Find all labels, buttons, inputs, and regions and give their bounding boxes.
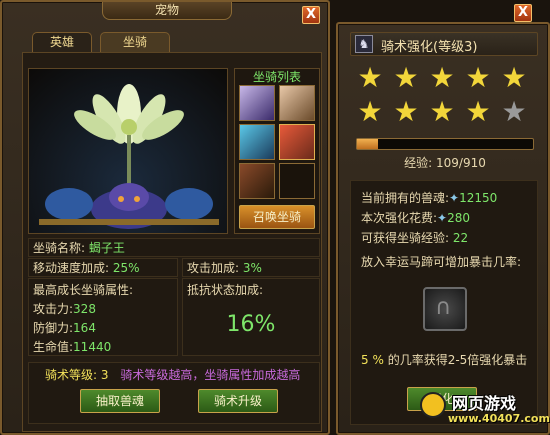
move-speed-label: 移动速度加成: <box>33 261 110 275</box>
mount-slot-4-selected[interactable] <box>279 124 315 160</box>
mount-name-label: 坐骑名称: <box>33 241 86 255</box>
mount-slot-empty[interactable] <box>279 163 315 199</box>
exp-label: 经验: <box>404 156 433 170</box>
star-filled-icon: ★ <box>357 61 383 94</box>
soul-icon: ✦ <box>449 191 460 205</box>
scorpion-icon <box>39 183 219 229</box>
mount-image <box>39 84 219 229</box>
panel-title: 宠物 <box>102 2 232 20</box>
attack-bonus-value: 3% <box>242 261 262 275</box>
move-speed-value: 25% <box>112 261 140 275</box>
horseshoe-icon: ∩ <box>435 295 452 320</box>
horseshoe-hint: 放入幸运马蹄可增加暴击几率: <box>361 255 522 269</box>
mount-name-row: 坐骑名称: 蝎子王 <box>28 238 320 257</box>
close-icon: X <box>305 7 317 22</box>
lotus-flower-icon <box>74 84 184 185</box>
mount-panel: 宠物 X 英雄 坐骑 坐骑列表 召唤坐骑 坐骑名称: 蝎子王 移动速度加成: 2… <box>0 0 330 435</box>
mount-preview <box>28 68 228 234</box>
star-empty-icon: ★ <box>501 95 527 128</box>
mount-slot-3[interactable] <box>239 124 275 160</box>
mount-list-title: 坐骑列表 <box>252 70 301 84</box>
enhance-header: ♞ 骑术强化(等级3) <box>350 32 538 56</box>
star-filled-icon: ★ <box>393 95 419 128</box>
attack-bonus-label: 攻击加成: <box>187 261 240 275</box>
exp-value: 109/910 <box>436 156 486 170</box>
star-filled-icon: ★ <box>429 95 455 128</box>
star-filled-icon: ★ <box>357 95 383 128</box>
tab-mount[interactable]: 坐骑 <box>100 32 170 52</box>
mount-slot-2[interactable] <box>279 85 315 121</box>
max-growth-label: 最高成长坐骑属性: <box>33 283 134 297</box>
star-filled-icon: ★ <box>429 61 455 94</box>
star-filled-icon: ★ <box>393 61 419 94</box>
crit-row: 5 % 的几率获得2-5倍强化暴击 <box>361 351 533 368</box>
defense-stat: 防御力:164 <box>33 321 96 335</box>
attack-stat: 攻击力:328 <box>33 302 96 316</box>
current-soul-row: 当前拥有的兽魂:✦12150 <box>361 191 498 205</box>
exp-progress-fill <box>357 139 379 149</box>
attack-bonus-row: 攻击加成: 3% <box>182 258 320 277</box>
close-button-right[interactable]: X <box>514 4 532 22</box>
resist-value: 16% <box>226 312 276 337</box>
resist-label: 抵抗状态加成: <box>187 283 264 297</box>
cost-row: 本次强化花费:✦280 <box>361 211 471 225</box>
site-watermark: 网页游戏 www.40407.com <box>418 388 550 435</box>
watermark-url: www.40407.com <box>448 412 550 425</box>
gain-row: 可获得坐骑经验: 22 <box>361 231 469 245</box>
hp-stat: 生命值:11440 <box>33 340 112 354</box>
crit-percent: 5 <box>361 353 369 367</box>
horse-icon: ♞ <box>355 35 373 53</box>
watermark-text: 网页游戏 <box>452 394 517 413</box>
mount-slot-5[interactable] <box>239 163 275 199</box>
resist-box: 抵抗状态加成: 16% <box>182 278 320 356</box>
star-filled-icon: ★ <box>501 61 527 94</box>
close-icon: X <box>517 5 529 20</box>
move-speed-row: 移动速度加成: 25% <box>28 258 178 277</box>
crit-text: 的几率获得2-5倍强化暴击 <box>387 353 528 367</box>
exp-progress-bar <box>356 138 534 150</box>
riding-enhance-panel: ♞ 骑术强化(等级3) ★ ★ ★ ★ ★ ★ ★ ★ ★ ★ 经验: 109/910 当前拥有的… <box>336 22 550 435</box>
riding-upgrade-button[interactable]: 骑术升级 <box>198 389 278 413</box>
extract-soul-button[interactable]: 抽取兽魂 <box>80 389 160 413</box>
riding-level-label: 骑术等级: <box>45 368 98 382</box>
tab-hero[interactable]: 英雄 <box>32 32 92 52</box>
riding-level-hint: 骑术等级越高，坐骑属性加成越高 <box>120 368 301 382</box>
horseshoe-slot[interactable]: ∩ <box>423 287 467 331</box>
summon-mount-button[interactable]: 召唤坐骑 <box>239 205 315 229</box>
mount-slot-1[interactable] <box>239 85 275 121</box>
riding-level-value: 3 <box>100 368 109 382</box>
crit-unit: % <box>372 353 384 367</box>
star-filled-icon: ★ <box>465 95 491 128</box>
soul-icon: ✦ <box>437 211 448 225</box>
star-filled-icon: ★ <box>465 61 491 94</box>
exp-text: 经验: 109/910 <box>338 154 550 171</box>
mascot-icon <box>420 392 446 418</box>
enhance-title: 骑术强化(等级3) <box>381 40 478 55</box>
growth-stats: 最高成长坐骑属性: 攻击力:328 防御力:164 生命值:11440 <box>28 278 178 356</box>
mount-name-value: 蝎子王 <box>88 241 125 255</box>
close-button[interactable]: X <box>302 6 320 24</box>
star-rating: ★ ★ ★ ★ ★ ★ ★ ★ ★ ★ <box>350 62 538 134</box>
